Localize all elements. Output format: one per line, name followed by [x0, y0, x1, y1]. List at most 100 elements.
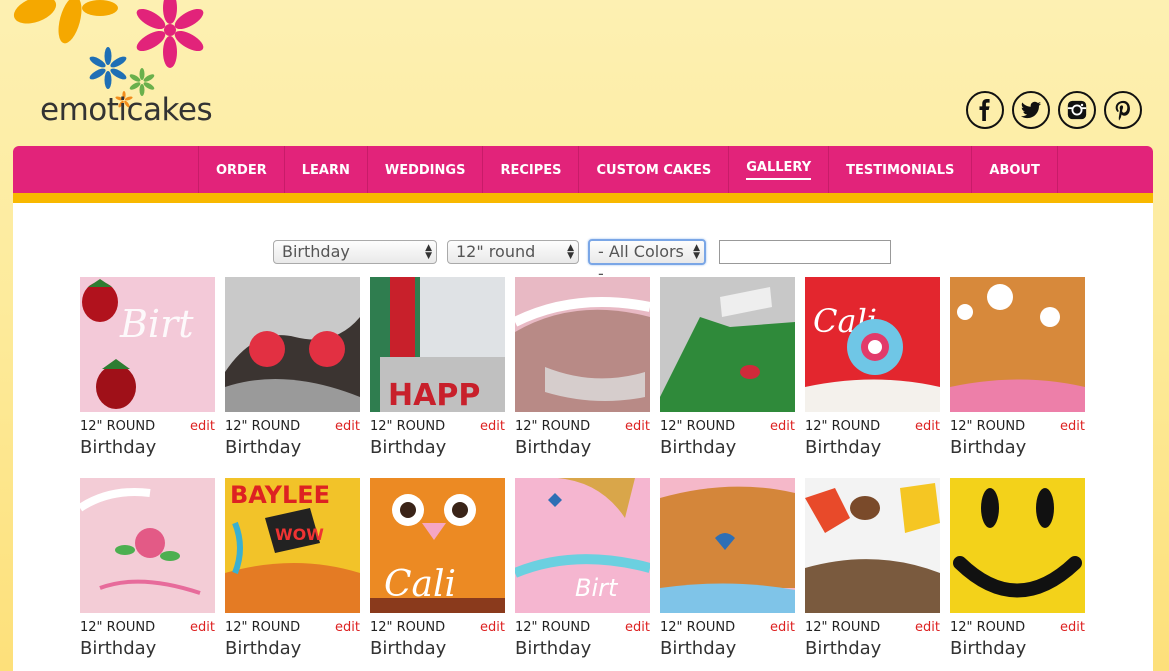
gallery-item: Cali 12" ROUND edit Birthday	[805, 277, 940, 467]
edit-link[interactable]: edit	[190, 620, 215, 635]
cake-thumbnail[interactable]	[660, 277, 795, 412]
nav-accent-stripe	[13, 193, 1153, 203]
edit-link[interactable]: edit	[915, 419, 940, 434]
cake-size: 12" ROUND	[515, 620, 591, 635]
svg-text:HAPP: HAPP	[388, 378, 480, 412]
cake-size: 12" ROUND	[370, 419, 446, 434]
cake-thumbnail[interactable]	[950, 277, 1085, 412]
svg-text:BAYLEE: BAYLEE	[230, 481, 330, 509]
svg-text:WOW: WOW	[275, 525, 324, 544]
edit-link[interactable]: edit	[625, 419, 650, 434]
cake-category: Birthday	[370, 638, 447, 659]
cake-thumbnail[interactable]	[225, 277, 360, 412]
cake-size: 12" ROUND	[805, 419, 881, 434]
edit-link[interactable]: edit	[770, 419, 795, 434]
cake-size: 12" ROUND	[805, 620, 881, 635]
edit-link[interactable]: edit	[190, 419, 215, 434]
cake-category: Birthday	[370, 437, 447, 458]
cake-category: Birthday	[660, 437, 737, 458]
gallery-panel: Birthday ▲ ▼ 12" round ▲ ▼ - All Colors - …	[13, 203, 1153, 671]
cake-category: Birthday	[225, 638, 302, 659]
color-select[interactable]: - All Colors - ▲ ▼	[588, 239, 706, 283]
instagram-icon[interactable]	[1058, 91, 1096, 129]
gallery-item: Birt 12" ROUND edit Birthday	[80, 277, 215, 467]
cake-thumbnail[interactable]: BAYLEE WOW	[225, 478, 360, 613]
nav-item-weddings[interactable]: WEDDINGS	[366, 146, 483, 194]
edit-link[interactable]: edit	[335, 419, 360, 434]
size-value: 12" round	[456, 242, 536, 261]
nav-label: ABOUT	[989, 162, 1040, 178]
cake-size: 12" ROUND	[225, 620, 301, 635]
edit-link[interactable]: edit	[625, 620, 650, 635]
cake-size: 12" ROUND	[80, 419, 156, 434]
nav-label: WEDDINGS	[384, 162, 466, 178]
nav-item-learn[interactable]: LEARN	[283, 146, 367, 194]
nav-item-order[interactable]: ORDER	[198, 146, 284, 194]
cake-size: 12" ROUND	[370, 620, 446, 635]
nav-item-gallery[interactable]: GALLERY	[728, 146, 828, 194]
gallery-filters: Birthday ▲ ▼ 12" round ▲ ▼ - All Colors - …	[13, 239, 1153, 283]
cake-thumbnail[interactable]	[950, 478, 1085, 613]
cake-size: 12" ROUND	[660, 620, 736, 635]
cake-thumbnail[interactable]: Cali	[370, 478, 505, 613]
nav-label: TESTIMONIALS	[846, 162, 955, 178]
nav-item-recipes[interactable]: RECIPES	[482, 146, 578, 194]
nav-label: ORDER	[216, 162, 267, 178]
cake-category: Birthday	[80, 437, 157, 458]
nav-item-testimonials[interactable]: TESTIMONIALS	[828, 146, 971, 194]
edit-link[interactable]: edit	[480, 419, 505, 434]
pinterest-icon[interactable]	[1104, 91, 1142, 129]
nav-label: GALLERY	[746, 160, 812, 180]
select-arrows-icon: ▲ ▼	[425, 243, 432, 261]
cake-thumbnail[interactable]: HAPP	[370, 277, 505, 412]
cake-thumbnail[interactable]: Birt	[515, 478, 650, 613]
cake-category: Birthday	[515, 638, 592, 659]
cake-thumbnail[interactable]	[805, 478, 940, 613]
edit-link[interactable]: edit	[1060, 620, 1085, 635]
gallery-item: 12" ROUND edit Birthday	[660, 478, 795, 668]
nav-label: RECIPES	[500, 162, 562, 178]
edit-link[interactable]: edit	[1060, 419, 1085, 434]
cake-thumbnail[interactable]	[80, 478, 215, 613]
search-input[interactable]	[719, 240, 891, 264]
brand-name: emoticakes	[40, 92, 213, 128]
cake-category: Birthday	[225, 437, 302, 458]
cake-size: 12" ROUND	[950, 419, 1026, 434]
gallery-item: Cali 12" ROUND edit Birthday	[370, 478, 505, 668]
cake-size: 12" ROUND	[515, 419, 591, 434]
social-links	[966, 91, 1142, 129]
occasion-value: Birthday	[282, 242, 350, 261]
select-arrows-icon: ▲ ▼	[693, 243, 700, 261]
cake-thumbnail[interactable]	[660, 478, 795, 613]
cake-thumbnail[interactable]: Birt	[80, 277, 215, 412]
gallery-item: 12" ROUND edit Birthday	[660, 277, 795, 467]
main-nav: ORDER LEARN WEDDINGS RECIPES CUSTOM CAKE…	[13, 146, 1153, 194]
gallery-item: 12" ROUND edit Birthday	[950, 478, 1085, 668]
size-select[interactable]: 12" round ▲ ▼	[447, 240, 579, 264]
edit-link[interactable]: edit	[480, 620, 505, 635]
cake-thumbnail[interactable]: Cali	[805, 277, 940, 412]
nav-label: LEARN	[301, 162, 350, 178]
logo[interactable]: emoticakes	[0, 0, 260, 140]
occasion-select[interactable]: Birthday ▲ ▼	[273, 240, 437, 264]
cake-category: Birthday	[805, 437, 882, 458]
cake-size: 12" ROUND	[660, 419, 736, 434]
edit-link[interactable]: edit	[915, 620, 940, 635]
nav-item-custom-cakes[interactable]: CUSTOM CAKES	[578, 146, 728, 194]
edit-link[interactable]: edit	[770, 620, 795, 635]
gallery-item: 12" ROUND edit Birthday	[515, 277, 650, 467]
select-arrows-icon: ▲ ▼	[567, 243, 574, 261]
gallery-item: BAYLEE WOW 12" ROUND edit Birthday	[225, 478, 360, 668]
cake-category: Birthday	[660, 638, 737, 659]
nav-item-about[interactable]: ABOUT	[971, 146, 1058, 194]
gallery-item: Birt 12" ROUND edit Birthday	[515, 478, 650, 668]
cake-category: Birthday	[950, 638, 1027, 659]
svg-text:Birt: Birt	[119, 302, 194, 346]
nav-label: CUSTOM CAKES	[596, 162, 712, 178]
edit-link[interactable]: edit	[335, 620, 360, 635]
gallery-item: 12" ROUND edit Birthday	[225, 277, 360, 467]
gallery-item: 12" ROUND edit Birthday	[80, 478, 215, 668]
facebook-icon[interactable]	[966, 91, 1004, 129]
cake-thumbnail[interactable]	[515, 277, 650, 412]
twitter-icon[interactable]	[1012, 91, 1050, 129]
